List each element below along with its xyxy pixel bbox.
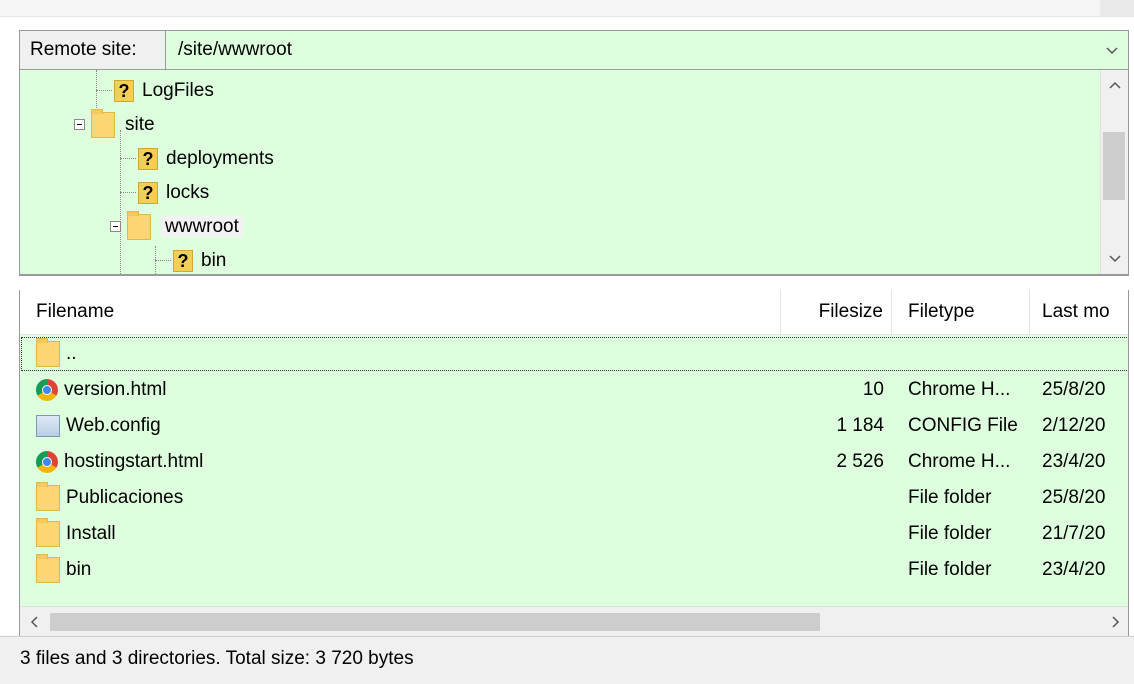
file-row-bin[interactable]: bin File folder 23/4/20 — [20, 552, 1128, 588]
remote-site-path-input[interactable]: /site/wwwroot — [178, 31, 292, 69]
folder-icon — [36, 553, 60, 583]
tree-item-label: bin — [201, 250, 227, 271]
scroll-right-icon-svg — [1112, 616, 1120, 628]
collapse-toggle-icon[interactable] — [74, 119, 85, 131]
file-name: .. — [66, 343, 77, 364]
tree-item-label: LogFiles — [142, 80, 214, 101]
tree-item-site[interactable]: site — [74, 108, 155, 142]
file-modified: 25/8/20 — [1042, 487, 1106, 508]
file-name-cell: bin — [36, 552, 91, 588]
file-name-cell: hostingstart.html — [36, 444, 203, 480]
file-row-publicaciones[interactable]: Publicaciones File folder 25/8/20 — [20, 480, 1128, 516]
file-modified: 2/12/20 — [1042, 415, 1106, 436]
remote-site-bar: Remote site: /site/wwwroot — [19, 30, 1129, 70]
file-name-cell: Web.config — [36, 408, 161, 444]
folder-icon — [127, 210, 151, 240]
file-name: version.html — [64, 379, 167, 400]
question-folder-icon: ? — [114, 79, 134, 102]
file-row-hostingstart-html[interactable]: hostingstart.html 2 526 Chrome H... 23/4… — [20, 444, 1128, 480]
status-bar: 3 files and 3 directories. Total size: 3… — [0, 636, 1134, 684]
scroll-down-icon[interactable] — [1101, 244, 1128, 274]
file-type: Chrome H... — [908, 379, 1011, 400]
file-type: CONFIG File — [908, 415, 1018, 436]
remote-site-label: Remote site: — [20, 31, 166, 69]
column-header-last-modified[interactable]: Last mo — [1030, 290, 1128, 334]
tree-connector — [96, 90, 112, 92]
tree-vertical-scrollbar[interactable] — [1100, 70, 1128, 274]
chrome-icon — [36, 450, 58, 473]
tree-connector — [155, 260, 171, 262]
tree-item-label: deployments — [166, 148, 274, 169]
scrollbar-thumb[interactable] — [1103, 132, 1125, 200]
file-name: hostingstart.html — [64, 451, 204, 472]
file-modified: 23/4/20 — [1042, 451, 1106, 472]
file-list-horizontal-scrollbar[interactable] — [20, 606, 1128, 636]
file-row-version-html[interactable]: version.html 10 Chrome H... 25/8/20 — [20, 372, 1128, 408]
file-name-cell: .. — [36, 336, 77, 372]
file-name-cell: version.html — [36, 372, 166, 408]
collapse-toggle-icon[interactable] — [110, 221, 121, 233]
file-modified: 21/7/20 — [1042, 523, 1106, 544]
tree-connector — [120, 192, 136, 194]
file-modified: 23/4/20 — [1042, 559, 1106, 580]
file-type: File folder — [908, 559, 992, 580]
question-folder-icon: ? — [138, 147, 158, 170]
column-header-filetype[interactable]: Filetype — [892, 290, 1030, 334]
tree-item-bin[interactable]: ? bin — [155, 244, 227, 274]
tree-item-label: wwwroot — [161, 216, 243, 237]
file-modified: 25/8/20 — [1042, 379, 1106, 400]
chevron-down-icon-svg — [1106, 47, 1118, 55]
chevron-down-icon[interactable] — [1100, 31, 1124, 69]
file-type: File folder — [908, 487, 992, 508]
tree-connector — [120, 158, 136, 160]
file-name-cell: Publicaciones — [36, 480, 183, 516]
remote-directory-tree[interactable]: ? LogFiles site ? deployments ? locks wwwro… — [19, 70, 1129, 276]
file-size: 2 526 — [836, 451, 884, 472]
tree-item-wwwroot[interactable]: wwwroot — [110, 210, 243, 244]
folder-icon — [36, 517, 60, 547]
tree-item-label: site — [125, 114, 155, 135]
file-row-parent-directory[interactable]: .. — [20, 336, 1128, 372]
column-header-filename[interactable]: Filename — [20, 290, 892, 334]
file-name: bin — [66, 559, 92, 580]
file-row-install[interactable]: Install File folder 21/7/20 — [20, 516, 1128, 552]
scrollbar-thumb[interactable] — [50, 613, 820, 631]
file-row-web-config[interactable]: Web.config 1 184 CONFIG File 2/12/20 — [20, 408, 1128, 444]
tree-item-logfiles[interactable]: ? LogFiles — [96, 74, 214, 108]
folder-icon — [91, 108, 115, 138]
file-size: 1 184 — [836, 415, 884, 436]
file-list-header: Filename Filesize Filetype Last mo — [20, 290, 1128, 335]
file-size: 10 — [862, 379, 884, 400]
scroll-left-icon-svg — [30, 616, 38, 628]
tree-item-label: locks — [166, 182, 210, 203]
file-name: Web.config — [66, 415, 161, 436]
question-folder-icon: ? — [173, 249, 193, 272]
scroll-up-icon[interactable] — [1101, 70, 1128, 100]
scroll-down-icon-svg — [1109, 255, 1121, 263]
column-header-filesize[interactable]: Filesize — [780, 290, 892, 334]
file-type: Chrome H... — [908, 451, 1011, 472]
scroll-up-icon-svg — [1109, 81, 1121, 89]
file-name-cell: Install — [36, 516, 116, 552]
file-type: File folder — [908, 523, 992, 544]
remote-file-list[interactable]: Filename Filesize Filetype Last mo .. ve… — [19, 290, 1129, 636]
config-file-icon — [36, 414, 60, 437]
scroll-right-icon[interactable] — [1102, 607, 1128, 636]
scroll-left-icon[interactable] — [20, 607, 48, 636]
tree-item-locks[interactable]: ? locks — [120, 176, 209, 210]
file-name: Install — [66, 523, 116, 544]
question-folder-icon: ? — [138, 181, 158, 204]
tree-item-deployments[interactable]: ? deployments — [120, 142, 274, 176]
folder-icon — [36, 481, 60, 511]
top-corner — [1100, 0, 1134, 16]
top-strip — [0, 0, 1134, 17]
chrome-icon — [36, 378, 58, 401]
file-name: Publicaciones — [66, 487, 184, 508]
folder-icon — [36, 337, 60, 367]
